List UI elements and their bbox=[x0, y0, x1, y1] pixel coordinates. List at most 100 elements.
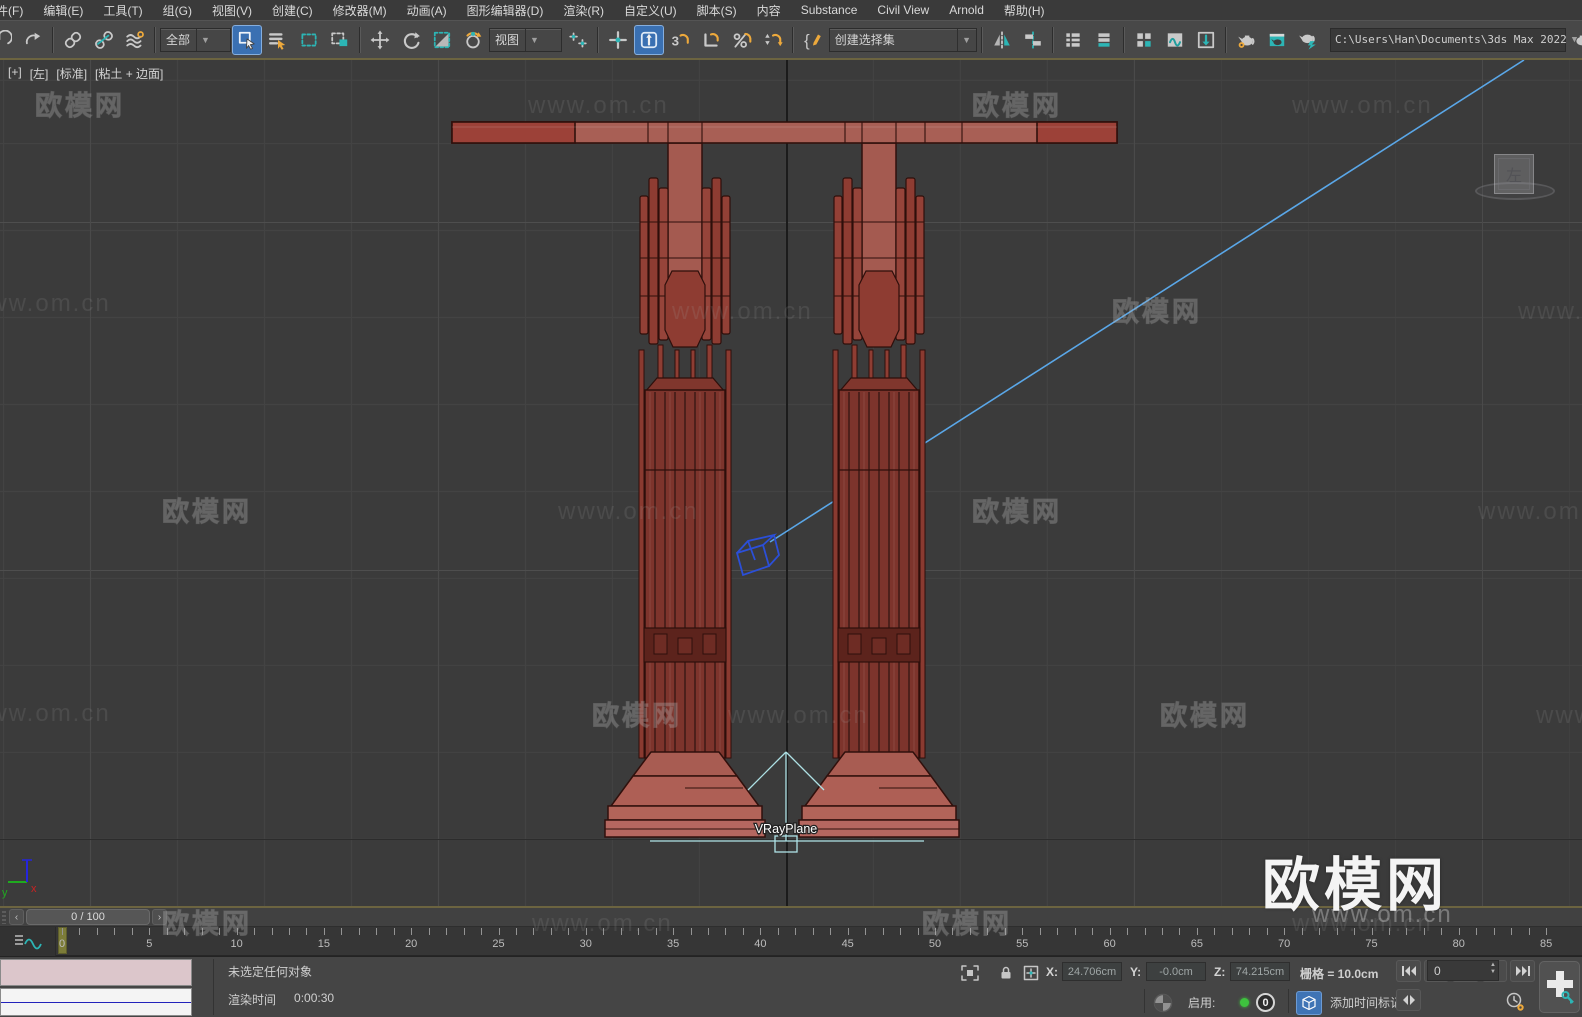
menu-item-10[interactable]: 渲染(R) bbox=[553, 0, 614, 20]
menu-item-16[interactable]: Arnold bbox=[939, 0, 994, 20]
toolbar-separator bbox=[154, 26, 156, 53]
viewport-menu-general[interactable]: [+] bbox=[8, 65, 22, 82]
unlink-icon[interactable] bbox=[89, 25, 119, 55]
select-move-icon[interactable] bbox=[365, 25, 395, 55]
menu-item-1[interactable]: 文件(F) bbox=[0, 0, 33, 20]
menu-item-11[interactable]: 自定义(U) bbox=[614, 0, 687, 20]
select-scale-icon[interactable] bbox=[427, 25, 457, 55]
undo-icon[interactable] bbox=[0, 25, 17, 55]
y-coord-field[interactable]: -0.0cm bbox=[1146, 962, 1206, 981]
menu-item-14[interactable]: Substance bbox=[791, 0, 868, 20]
main-toolbar: 全部 ▼ 视图 ▼ 3 { 创建选择集 ▼ C:\Users\Han\Docum… bbox=[0, 20, 1582, 58]
transform-typein-icon[interactable] bbox=[1022, 964, 1040, 982]
maxscript-mini-listener-macro[interactable] bbox=[0, 959, 192, 986]
svg-text:{: { bbox=[804, 31, 810, 50]
degradation-shield-icon[interactable] bbox=[1152, 992, 1174, 1014]
frame-spinner[interactable]: ▲ ▼ bbox=[1490, 962, 1496, 975]
render-setup-icon[interactable] bbox=[1231, 25, 1261, 55]
current-frame-field[interactable]: 0 ▲ ▼ bbox=[1427, 960, 1499, 981]
window-crossing-icon[interactable] bbox=[325, 25, 355, 55]
selection-set-dropdown[interactable]: 创建选择集 ▼ bbox=[828, 27, 977, 52]
maxscript-mini-listener[interactable] bbox=[0, 988, 192, 1016]
mirror-icon[interactable] bbox=[987, 25, 1017, 55]
isolate-selection-icon[interactable] bbox=[960, 964, 980, 982]
chevron-down-icon: ▼ bbox=[957, 28, 971, 51]
key-mode-toggle[interactable] bbox=[1396, 989, 1421, 1011]
select-manipulate-icon[interactable] bbox=[603, 25, 633, 55]
set-key-button[interactable] bbox=[1539, 961, 1580, 1013]
svg-text:3: 3 bbox=[671, 33, 678, 48]
select-place-icon[interactable] bbox=[458, 25, 488, 55]
goto-end-button[interactable] bbox=[1510, 960, 1535, 982]
viewport-menu-preset[interactable]: [标准] bbox=[56, 65, 87, 82]
viewport-menu-pov[interactable]: [左] bbox=[30, 65, 49, 82]
enable-label: 启用: bbox=[1188, 996, 1216, 1010]
axis-y-label: y bbox=[2, 887, 8, 899]
goto-start-button[interactable] bbox=[1396, 960, 1421, 982]
menu-item-7[interactable]: 修改器(M) bbox=[323, 0, 397, 20]
redo-icon[interactable] bbox=[18, 25, 48, 55]
menu-item-2[interactable]: 编辑(E) bbox=[33, 0, 93, 20]
menu-item-17[interactable]: 帮助(H) bbox=[994, 0, 1055, 20]
angle-snap-icon[interactable] bbox=[696, 25, 726, 55]
watermark-url: www.om.cn bbox=[0, 700, 111, 727]
menu-item-5[interactable]: 视图(V) bbox=[202, 0, 262, 20]
watermark-brand: 欧模网 bbox=[162, 909, 252, 940]
selection-region-icon[interactable] bbox=[294, 25, 324, 55]
z-coord-field[interactable]: 74.215cm bbox=[1230, 962, 1290, 981]
menu-item-6[interactable]: 创建(C) bbox=[262, 0, 323, 20]
time-tag-cube-button[interactable] bbox=[1296, 991, 1322, 1015]
spinner-snap-icon[interactable] bbox=[758, 25, 788, 55]
viewcube[interactable]: 左 bbox=[1475, 148, 1565, 206]
time-slider-handle[interactable]: 0 / 100 bbox=[26, 909, 150, 925]
layer-explorer-icon[interactable] bbox=[1089, 25, 1119, 55]
link-icon[interactable] bbox=[58, 25, 88, 55]
add-time-tag[interactable]: 添加时间标记 bbox=[1330, 994, 1402, 1011]
watermark-url: www.om.cn bbox=[528, 92, 669, 119]
prev-frame-button[interactable]: ‹ bbox=[9, 909, 24, 925]
use-pivot-center-icon[interactable] bbox=[563, 25, 593, 55]
rendered-frame-window-icon[interactable] bbox=[1262, 25, 1292, 55]
bind-spacewarp-icon[interactable] bbox=[120, 25, 150, 55]
material-editor-icon[interactable] bbox=[1191, 25, 1221, 55]
menu-item-3[interactable]: 工具(T) bbox=[93, 0, 152, 20]
viewport-menu-shading[interactable]: [粘土 + 边面] bbox=[95, 65, 163, 82]
top-beam[interactable] bbox=[451, 121, 1118, 144]
coord-system-dropdown[interactable]: 视图 ▼ bbox=[488, 27, 562, 52]
enable-count-badge[interactable]: 0 bbox=[1256, 993, 1275, 1012]
chevron-down-icon: ▼ bbox=[196, 28, 210, 51]
snap-3d-icon[interactable]: 3 bbox=[665, 25, 695, 55]
named-selection-sets-icon[interactable]: { bbox=[798, 25, 828, 55]
time-config-icon[interactable] bbox=[1504, 991, 1526, 1013]
menu-item-4[interactable]: 组(G) bbox=[153, 0, 202, 20]
menu-item-15[interactable]: Civil View bbox=[867, 0, 939, 20]
menu-item-8[interactable]: 动画(A) bbox=[397, 0, 457, 20]
x-coord-label: X: bbox=[1046, 965, 1058, 979]
schematic-view-icon[interactable] bbox=[1160, 25, 1190, 55]
toolbar-overflow-icon[interactable] bbox=[1567, 25, 1582, 55]
menu-item-13[interactable]: 内容 bbox=[747, 0, 791, 20]
project-path-dropdown[interactable]: C:\Users\Han\Documents\3ds Max 2022 ▼ bbox=[1330, 27, 1577, 52]
x-coord-field[interactable]: 24.706cm bbox=[1062, 962, 1122, 981]
menu-item-12[interactable]: 脚本(S) bbox=[687, 0, 747, 20]
status-bar: 未选定任何对象 渲染时间 0:00:30 X: 24.706cm Y: -0.0… bbox=[0, 956, 1582, 1017]
scene-explorer-icon[interactable] bbox=[1058, 25, 1088, 55]
menu-item-9[interactable]: 图形编辑器(D) bbox=[457, 0, 554, 20]
column-right[interactable] bbox=[798, 142, 960, 838]
select-object-button[interactable] bbox=[231, 24, 262, 55]
align-icon[interactable] bbox=[1018, 25, 1048, 55]
object-name-label: VRayPlane bbox=[755, 822, 818, 836]
select-rotate-icon[interactable] bbox=[396, 25, 426, 55]
snaps-toggle-button[interactable] bbox=[633, 24, 664, 55]
selection-lock-icon[interactable] bbox=[997, 964, 1015, 982]
viewport-left[interactable]: [+] [左] [标准] [粘土 + 边面] VRayPlane y x 左 bbox=[0, 58, 1582, 908]
percent-snap-icon[interactable] bbox=[727, 25, 757, 55]
select-by-name-icon[interactable] bbox=[263, 25, 293, 55]
selection-filter-dropdown[interactable]: 全部 ▼ bbox=[160, 27, 231, 52]
toolbar-grip[interactable] bbox=[2, 911, 6, 924]
render-icon[interactable] bbox=[1293, 25, 1323, 55]
curve-editor-icon[interactable] bbox=[1129, 25, 1159, 55]
viewcube-face-left[interactable]: 左 bbox=[1494, 154, 1534, 194]
scene-canvas[interactable]: VRayPlane y x bbox=[0, 60, 1582, 906]
grid-size-readout: 栅格 = 10.0cm bbox=[1300, 967, 1379, 981]
